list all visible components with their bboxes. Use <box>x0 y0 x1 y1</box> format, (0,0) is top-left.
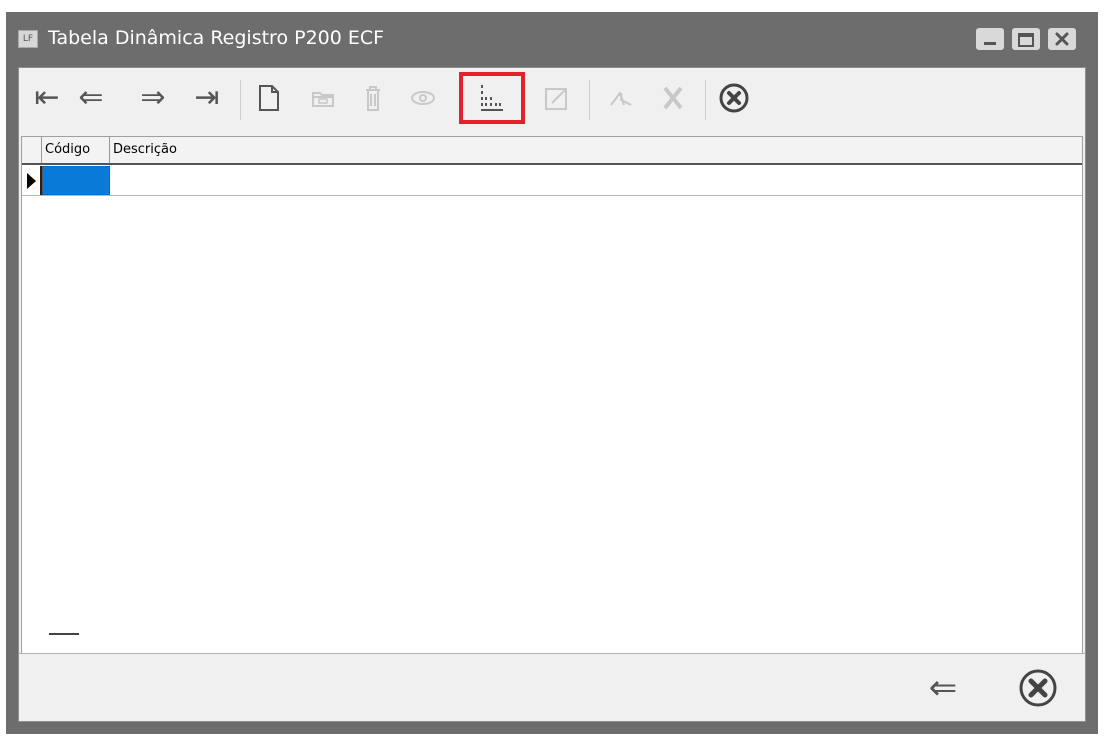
arrow-right-icon: ⇒ <box>140 80 166 115</box>
back-button[interactable]: ⇐ <box>919 664 967 712</box>
data-grid[interactable]: Código Descrição <box>21 136 1083 681</box>
arrow-to-start-icon: ⇤ <box>34 80 60 115</box>
cancel-button[interactable] <box>653 76 693 120</box>
cell-codigo[interactable] <box>42 166 110 195</box>
toolbar-separator <box>705 80 706 120</box>
title-bar[interactable]: LF Tabela Dinâmica Registro P200 ECF <box>6 12 1098 66</box>
row-indicator-header <box>22 137 42 163</box>
arrow-left-icon: ⇐ <box>928 668 958 708</box>
pivot-table-icon <box>481 85 503 111</box>
check-icon <box>610 91 632 106</box>
view-record-button[interactable] <box>403 76 443 120</box>
toolbar-separator <box>589 80 590 120</box>
close-window-button[interactable] <box>1048 28 1076 50</box>
column-header-codigo[interactable]: Código <box>42 137 110 163</box>
previous-record-button[interactable]: ⇐ <box>71 76 111 120</box>
copy-record-button[interactable] <box>303 76 343 120</box>
bottom-panel: ⇐ <box>19 653 1085 721</box>
close-circle-icon <box>719 83 749 113</box>
arrow-left-icon: ⇐ <box>78 80 104 115</box>
row-indicator-arrow-icon <box>22 166 42 195</box>
window-title: Tabela Dinâmica Registro P200 ECF <box>48 27 385 49</box>
close-bottom-button[interactable] <box>1014 664 1062 712</box>
column-header-descricao[interactable]: Descrição <box>110 137 1080 163</box>
delete-record-button[interactable] <box>353 76 393 120</box>
folder-icon <box>312 92 334 107</box>
client-area: ⇤ ⇐ ⇒ ⇥ Código Descrição ⇐ <box>18 67 1086 722</box>
maximize-button[interactable] <box>1012 28 1040 50</box>
next-record-button[interactable]: ⇒ <box>133 76 173 120</box>
minimize-button[interactable] <box>976 28 1004 50</box>
app-icon: LF <box>18 30 38 48</box>
x-icon <box>663 86 683 110</box>
trash-icon <box>366 86 380 111</box>
toolbar-separator <box>240 80 241 120</box>
window: LF Tabela Dinâmica Registro P200 ECF ⇤ ⇐… <box>6 12 1098 734</box>
new-document-icon <box>259 85 279 111</box>
table-row[interactable] <box>22 166 1082 196</box>
grid-header: Código Descrição <box>22 137 1082 165</box>
close-button[interactable] <box>714 76 754 120</box>
first-record-button[interactable]: ⇤ <box>27 76 67 120</box>
eye-icon <box>411 91 435 105</box>
new-record-button[interactable] <box>249 76 289 120</box>
confirm-button[interactable] <box>601 76 641 120</box>
navigator-dash <box>49 633 79 635</box>
close-icon <box>1055 32 1069 46</box>
pivot-table-button[interactable] <box>472 76 512 120</box>
close-circle-icon <box>1019 669 1057 707</box>
edit-icon <box>545 88 567 110</box>
toolbar: ⇤ ⇐ ⇒ ⇥ <box>19 68 1085 130</box>
last-record-button[interactable]: ⇥ <box>187 76 227 120</box>
edit-record-button[interactable] <box>537 76 577 120</box>
arrow-to-end-icon: ⇥ <box>194 80 220 115</box>
cell-descricao[interactable] <box>110 166 1082 195</box>
